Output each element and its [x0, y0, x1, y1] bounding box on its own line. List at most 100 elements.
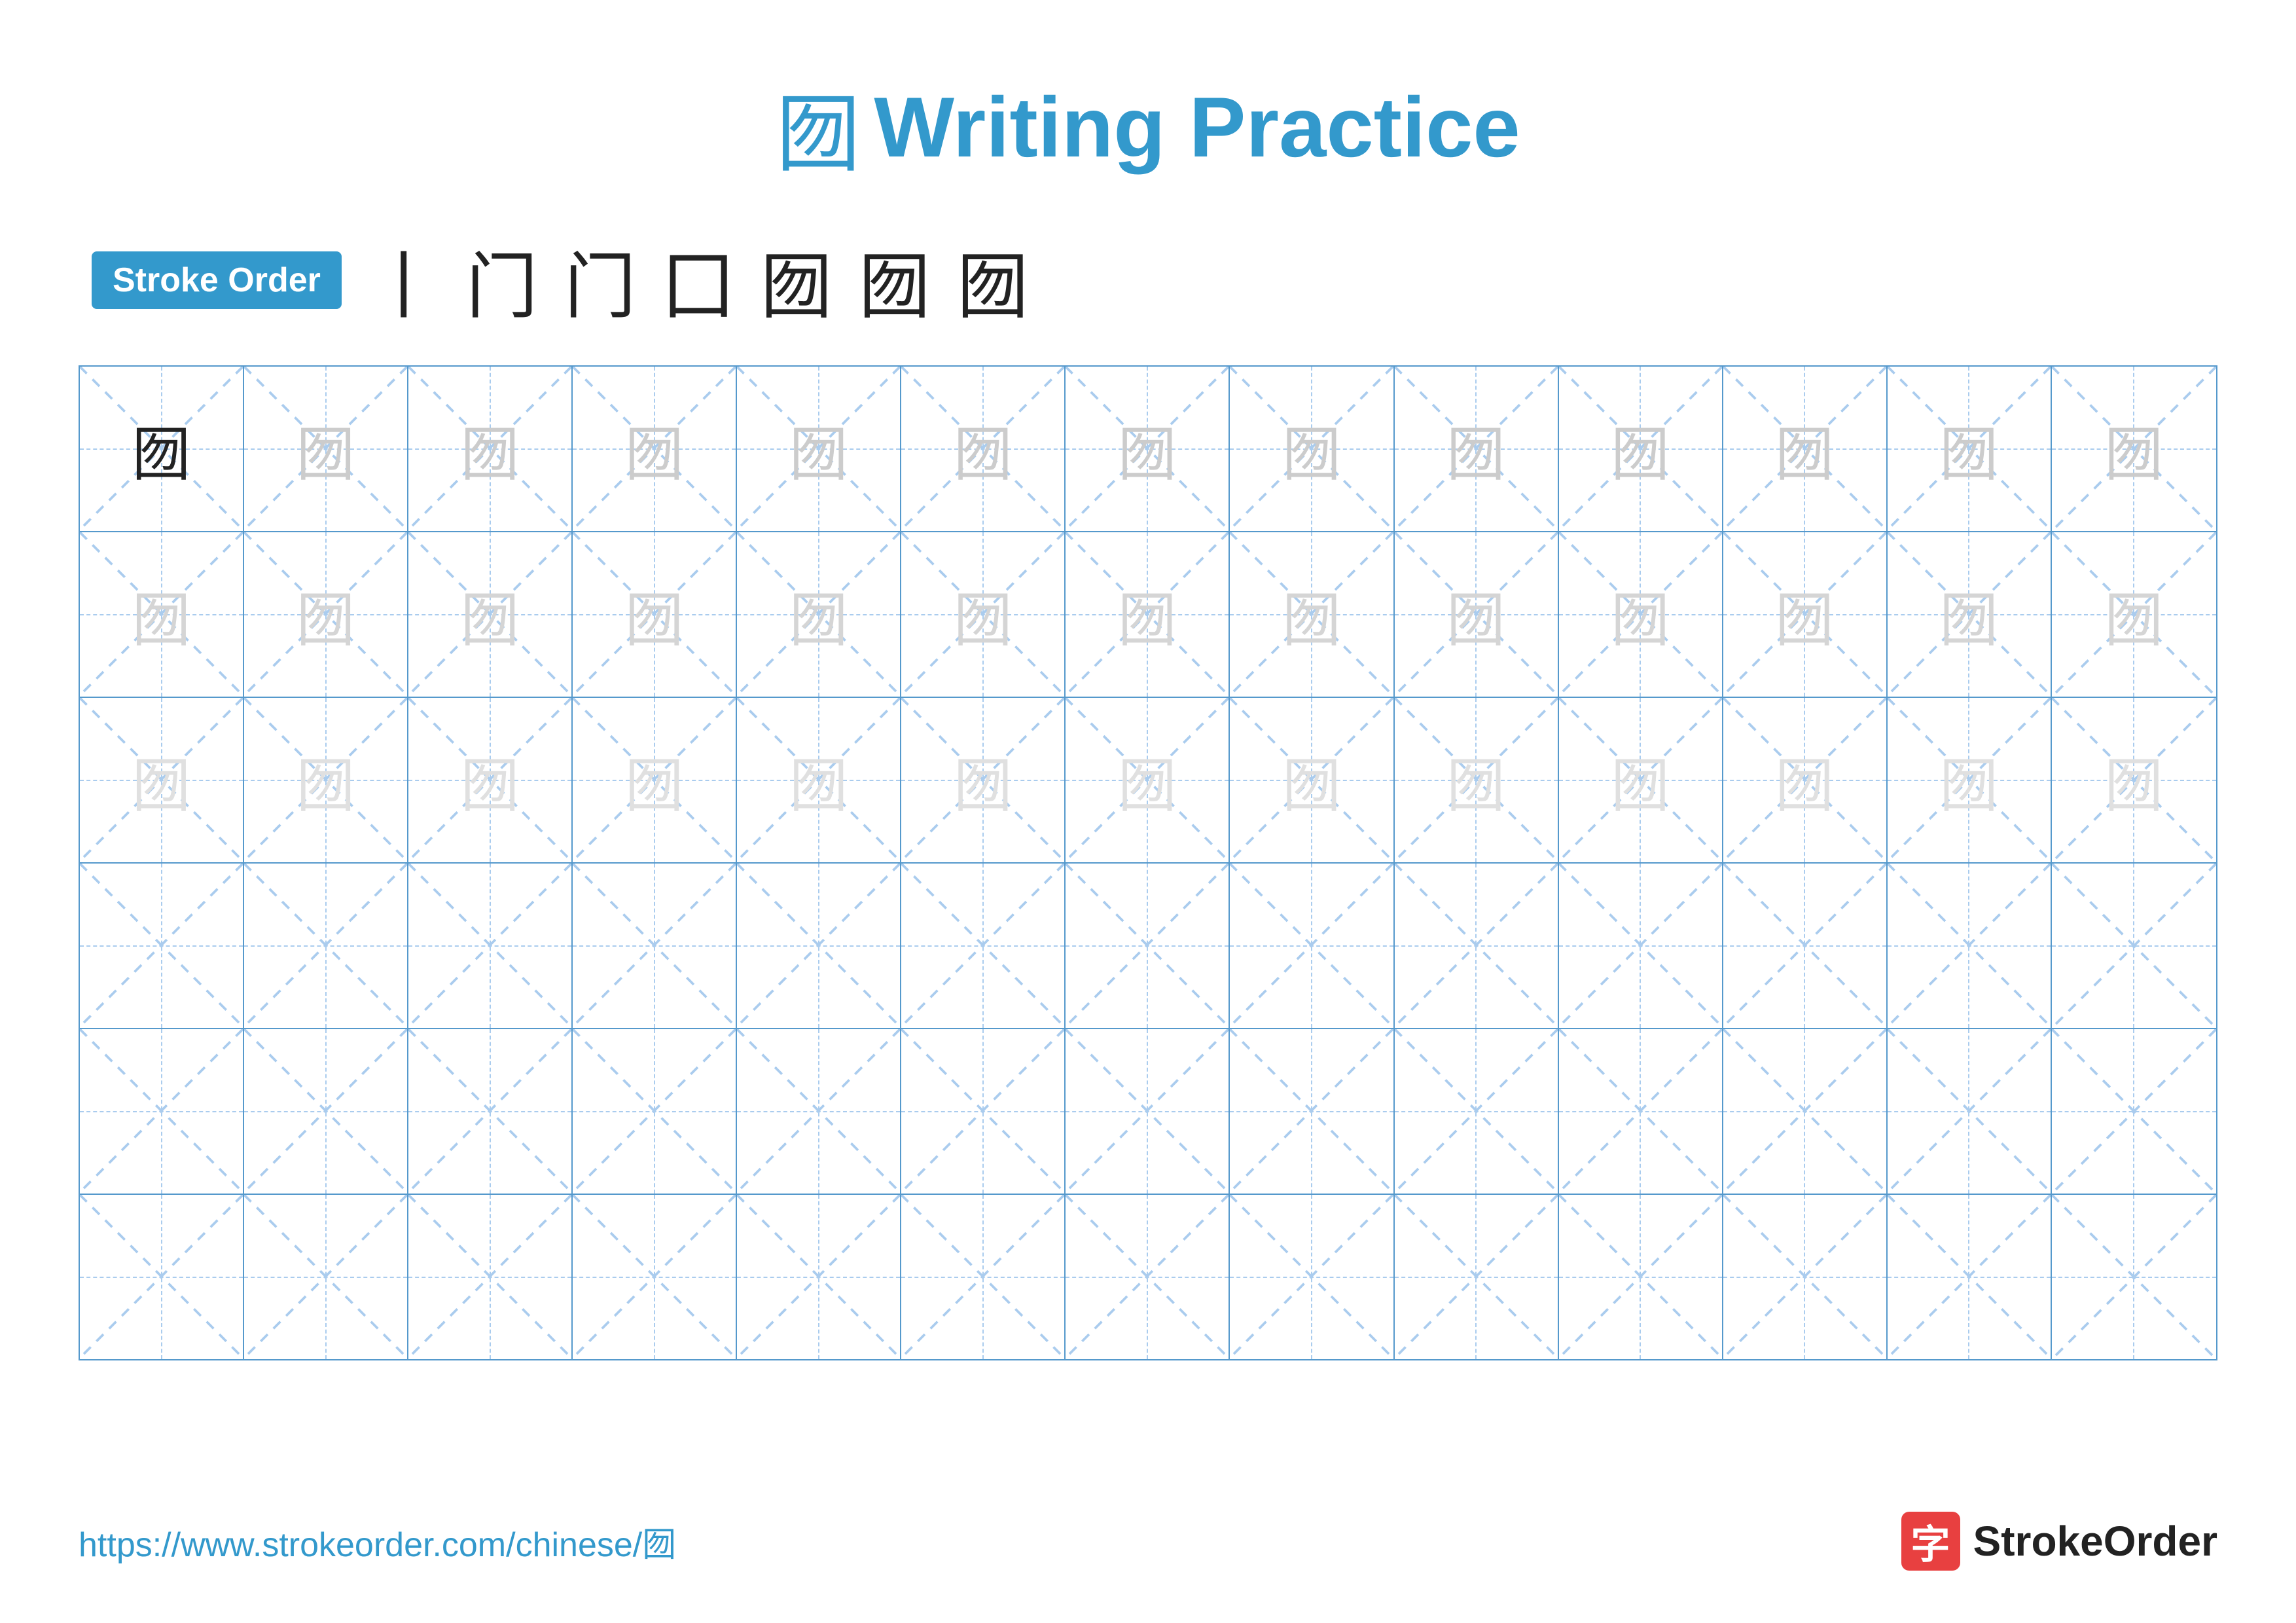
grid-cell[interactable]: [1066, 1195, 1230, 1359]
grid-cell[interactable]: 囫: [1066, 698, 1230, 862]
grid-cell[interactable]: [737, 1029, 901, 1194]
grid-cell[interactable]: 囫: [1723, 698, 1888, 862]
grid-cell[interactable]: [1723, 1029, 1888, 1194]
grid-cell[interactable]: 囫: [1230, 367, 1394, 531]
char-ghost: 囫: [954, 407, 1013, 492]
grid-cell[interactable]: [80, 1029, 244, 1194]
grid-cell[interactable]: [1230, 1195, 1394, 1359]
grid-cell[interactable]: [408, 864, 573, 1028]
grid-cell[interactable]: 囫: [1888, 367, 2052, 531]
grid-cell[interactable]: 囫: [408, 532, 573, 697]
page: 囫 Writing Practice Stroke Order 丨 门 门 囗 …: [0, 0, 2296, 1623]
char-ghost: 囫: [1446, 572, 1505, 657]
grid-cell[interactable]: 囫: [408, 367, 573, 531]
char-ghost: 囫: [461, 407, 520, 492]
stroke-chars: 丨 门 门 囗 囫 囫 囫: [368, 228, 1029, 333]
grid-cell[interactable]: 囫: [737, 698, 901, 862]
grid-cell[interactable]: [1888, 864, 2052, 1028]
grid-cell[interactable]: 囫: [737, 532, 901, 697]
grid-cell[interactable]: 囫: [1230, 532, 1394, 697]
char-ghost: 囫: [625, 407, 684, 492]
grid-cell[interactable]: [1395, 1195, 1559, 1359]
grid-cell[interactable]: [1723, 1195, 1888, 1359]
grid-cell[interactable]: [737, 1195, 901, 1359]
grid-cell[interactable]: [244, 1195, 408, 1359]
grid-cell[interactable]: 囫: [80, 532, 244, 697]
grid-cell[interactable]: [244, 864, 408, 1028]
grid-cell[interactable]: [1230, 1029, 1394, 1194]
grid-cell[interactable]: 囫: [573, 367, 737, 531]
grid-cell[interactable]: 囫: [244, 532, 408, 697]
grid-cell[interactable]: [2052, 1195, 2216, 1359]
grid-cell[interactable]: [1559, 864, 1723, 1028]
char-ghost: 囫: [954, 572, 1013, 657]
grid-cell[interactable]: 囫: [1559, 698, 1723, 862]
grid-cell[interactable]: 囫: [901, 698, 1066, 862]
grid-cell[interactable]: 囫: [1395, 532, 1559, 697]
char-ghost: 囫: [1775, 572, 1834, 657]
grid-cell[interactable]: [1888, 1029, 2052, 1194]
grid-cell[interactable]: [2052, 864, 2216, 1028]
grid-cell[interactable]: 囫: [244, 698, 408, 862]
grid-cell[interactable]: [573, 864, 737, 1028]
stroke-7: 囫: [957, 228, 1029, 333]
char-ghost: 囫: [296, 738, 355, 823]
grid-cell[interactable]: 囫: [80, 698, 244, 862]
grid-cell[interactable]: 囫: [1723, 532, 1888, 697]
grid-cell[interactable]: 囫: [1230, 698, 1394, 862]
grid-cell[interactable]: [2052, 1029, 2216, 1194]
grid-cell[interactable]: 囫: [573, 532, 737, 697]
grid-cell[interactable]: 囫: [80, 367, 244, 531]
grid-cell[interactable]: 囫: [244, 367, 408, 531]
char-ghost: 囫: [1611, 572, 1670, 657]
grid-cell[interactable]: 囫: [2052, 698, 2216, 862]
char-ghost: 囫: [954, 738, 1013, 823]
grid-cell[interactable]: [901, 1195, 1066, 1359]
grid-cell[interactable]: 囫: [1888, 532, 2052, 697]
char-ghost: 囫: [296, 572, 355, 657]
grid-cell[interactable]: [408, 1195, 573, 1359]
grid-cell[interactable]: [737, 864, 901, 1028]
grid-cell[interactable]: [80, 1195, 244, 1359]
grid-row-5: [80, 1029, 2216, 1195]
grid-cell[interactable]: [1559, 1029, 1723, 1194]
grid-cell[interactable]: [573, 1029, 737, 1194]
grid-cell[interactable]: 囫: [901, 367, 1066, 531]
stroke-6: 囫: [859, 228, 931, 333]
grid-cell[interactable]: [573, 1195, 737, 1359]
grid-cell[interactable]: 囫: [1395, 698, 1559, 862]
grid-cell[interactable]: 囫: [1888, 698, 2052, 862]
grid-cell[interactable]: 囫: [1066, 532, 1230, 697]
grid-cell[interactable]: 囫: [1395, 367, 1559, 531]
grid-cell[interactable]: [1395, 864, 1559, 1028]
char-ghost: 囫: [1775, 738, 1834, 823]
grid-cell[interactable]: [1395, 1029, 1559, 1194]
grid-cell[interactable]: 囫: [1559, 532, 1723, 697]
grid-cell[interactable]: [901, 1029, 1066, 1194]
grid-cell[interactable]: 囫: [1723, 367, 1888, 531]
grid-cell[interactable]: [408, 1029, 573, 1194]
grid-cell[interactable]: [901, 864, 1066, 1028]
grid-cell[interactable]: 囫: [737, 367, 901, 531]
grid-cell[interactable]: [1066, 864, 1230, 1028]
grid-cell[interactable]: [1888, 1195, 2052, 1359]
stroke-2: 门: [466, 228, 538, 333]
grid-cell[interactable]: [1230, 864, 1394, 1028]
grid-cell[interactable]: 囫: [2052, 367, 2216, 531]
grid-cell[interactable]: 囫: [1559, 367, 1723, 531]
brand-name: StrokeOrder: [1973, 1517, 2217, 1565]
grid-row-3: 囫 囫 囫: [80, 698, 2216, 864]
grid-cell[interactable]: 囫: [901, 532, 1066, 697]
grid-cell[interactable]: 囫: [573, 698, 737, 862]
grid-cell[interactable]: [1559, 1195, 1723, 1359]
footer-url[interactable]: https://www.strokeorder.com/chinese/囫: [79, 1517, 676, 1566]
grid-cell[interactable]: [244, 1029, 408, 1194]
char-ghost: 囫: [1282, 738, 1341, 823]
grid-cell[interactable]: [1723, 864, 1888, 1028]
grid-cell[interactable]: 囫: [1066, 367, 1230, 531]
grid-cell[interactable]: 囫: [408, 698, 573, 862]
grid-cell[interactable]: [1066, 1029, 1230, 1194]
grid-cell[interactable]: 囫: [2052, 532, 2216, 697]
grid-cell[interactable]: [80, 864, 244, 1028]
footer-brand: 字 StrokeOrder: [1901, 1512, 2217, 1571]
